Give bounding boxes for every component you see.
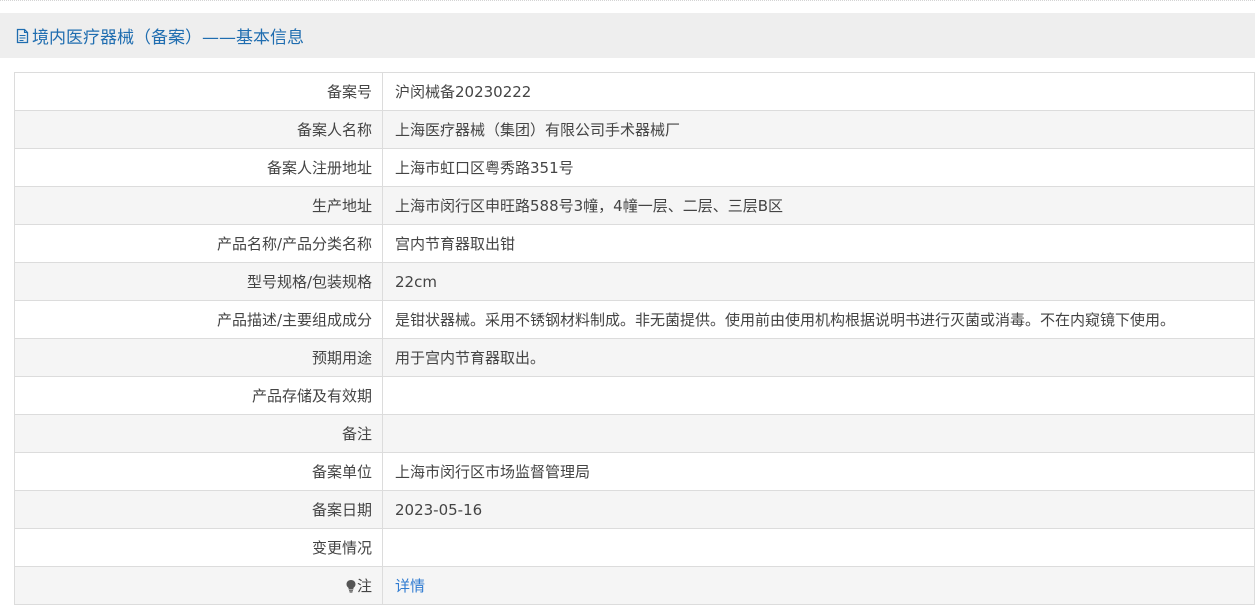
table-row: 备注 xyxy=(14,414,1255,453)
table-row: 产品描述/主要组成成分 是钳状器械。采用不锈钢材料制成。非无菌提供。使用前由使用… xyxy=(14,300,1255,339)
row-value: 22cm xyxy=(382,262,1255,301)
row-value: 上海医疗器械（集团）有限公司手术器械厂 xyxy=(382,110,1255,149)
row-value: 沪闵械备20230222 xyxy=(382,72,1255,111)
row-label: 变更情况 xyxy=(14,528,383,567)
table-row: 备案单位 上海市闵行区市场监督管理局 xyxy=(14,452,1255,491)
row-label: 备案号 xyxy=(14,72,383,111)
page-title: 境内医疗器械（备案）——基本信息 xyxy=(16,23,304,48)
row-label: 备注 xyxy=(14,414,383,453)
table-row: 备案人名称 上海医疗器械（集团）有限公司手术器械厂 xyxy=(14,110,1255,149)
row-value: 是钳状器械。采用不锈钢材料制成。非无菌提供。使用前由使用机构根据说明书进行灭菌或… xyxy=(382,300,1255,339)
row-label: 产品描述/主要组成成分 xyxy=(14,300,383,339)
row-value: 宫内节育器取出钳 xyxy=(382,224,1255,263)
note-label-cell: 注 xyxy=(14,566,383,605)
document-icon xyxy=(16,28,29,43)
note-label: 注 xyxy=(356,577,372,595)
row-label: 型号规格/包装规格 xyxy=(14,262,383,301)
row-value xyxy=(382,414,1255,453)
row-label: 产品名称/产品分类名称 xyxy=(14,224,383,263)
row-value: 上海市虹口区粤秀路351号 xyxy=(382,148,1255,187)
row-value: 上海市闵行区市场监督管理局 xyxy=(382,452,1255,491)
row-value: 用于宫内节育器取出。 xyxy=(382,338,1255,377)
row-label: 预期用途 xyxy=(14,338,383,377)
row-value: 2023-05-16 xyxy=(382,490,1255,529)
note-value-cell: 详情 xyxy=(382,566,1255,605)
top-divider xyxy=(0,0,1255,2)
section-header: 境内医疗器械（备案）——基本信息 xyxy=(0,13,1255,58)
table-row: 备案号 沪闵械备20230222 xyxy=(14,72,1255,111)
details-link[interactable]: 详情 xyxy=(395,577,425,595)
row-label: 生产地址 xyxy=(14,186,383,225)
table-row: 生产地址 上海市闵行区申旺路588号3幢，4幢一层、二层、三层B区 xyxy=(14,186,1255,225)
table-row: 备案人注册地址 上海市虹口区粤秀路351号 xyxy=(14,148,1255,187)
page-title-text: 境内医疗器械（备案）——基本信息 xyxy=(32,28,304,48)
note-row: 注 详情 xyxy=(14,566,1255,605)
row-label: 备案人名称 xyxy=(14,110,383,149)
row-value xyxy=(382,528,1255,567)
row-label: 备案日期 xyxy=(14,490,383,529)
row-label: 产品存储及有效期 xyxy=(14,376,383,415)
table-row: 备案日期 2023-05-16 xyxy=(14,490,1255,529)
row-value xyxy=(382,376,1255,415)
table-row: 产品名称/产品分类名称 宫内节育器取出钳 xyxy=(14,224,1255,263)
row-label: 备案人注册地址 xyxy=(14,148,383,187)
basic-info-table: 备案号 沪闵械备20230222 备案人名称 上海医疗器械（集团）有限公司手术器… xyxy=(14,72,1255,605)
table-row: 变更情况 xyxy=(14,528,1255,567)
row-value: 上海市闵行区申旺路588号3幢，4幢一层、二层、三层B区 xyxy=(382,186,1255,225)
table-row: 产品存储及有效期 xyxy=(14,376,1255,415)
lightbulb-icon xyxy=(346,580,356,593)
table-row: 预期用途 用于宫内节育器取出。 xyxy=(14,338,1255,377)
table-row: 型号规格/包装规格 22cm xyxy=(14,262,1255,301)
row-label: 备案单位 xyxy=(14,452,383,491)
